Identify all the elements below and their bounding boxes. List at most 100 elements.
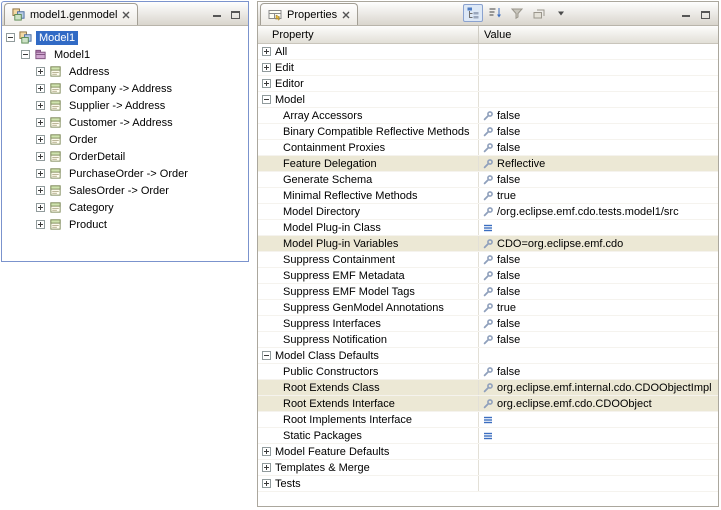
wrench-icon xyxy=(483,143,493,153)
property-value-cell: false xyxy=(478,332,718,347)
property-value: CDO=org.eclipse.emf.cdo xyxy=(497,238,623,250)
property-row-root-extends-class[interactable]: Root Extends Classorg.eclipse.emf.intern… xyxy=(258,380,718,396)
tree-item-product[interactable]: Product xyxy=(2,216,248,233)
restore-default-value-button[interactable] xyxy=(529,4,549,22)
property-row-model-directory[interactable]: Model Directory/org.eclipse.emf.cdo.test… xyxy=(258,204,718,220)
expand-icon[interactable] xyxy=(36,169,45,178)
property-value-cell: CDO=org.eclipse.emf.cdo xyxy=(478,236,718,251)
property-row-model-plug-in-class[interactable]: Model Plug-in Class xyxy=(258,220,718,236)
property-row-array-accessors[interactable]: Array Accessorsfalse xyxy=(258,108,718,124)
expand-icon[interactable] xyxy=(262,447,271,456)
show-categories-button[interactable] xyxy=(463,4,483,22)
class-icon xyxy=(49,116,62,129)
property-label: Binary Compatible Reflective Methods xyxy=(283,126,469,138)
expand-icon[interactable] xyxy=(262,463,271,472)
category-row-model-class-defaults[interactable]: Model Class Defaults xyxy=(258,348,718,364)
column-header-property[interactable]: Property xyxy=(258,26,478,43)
property-value-cell: Reflective xyxy=(478,156,718,171)
tree-item-model1[interactable]: Model1 xyxy=(2,29,248,46)
expand-icon[interactable] xyxy=(36,135,45,144)
minimize-button[interactable] xyxy=(210,9,223,21)
expand-icon[interactable] xyxy=(36,152,45,161)
property-value: false xyxy=(497,366,520,378)
property-row-suppress-emf-metadata[interactable]: Suppress EMF Metadatafalse xyxy=(258,268,718,284)
tree-item-supplier-address[interactable]: Supplier -> Address xyxy=(2,97,248,114)
property-row-static-packages[interactable]: Static Packages xyxy=(258,428,718,444)
property-row-suppress-notification[interactable]: Suppress Notificationfalse xyxy=(258,332,718,348)
close-icon[interactable] xyxy=(122,11,130,19)
property-row-root-implements-interface[interactable]: Root Implements Interface xyxy=(258,412,718,428)
tree-item-model1[interactable]: Model1 xyxy=(2,46,248,63)
collapse-icon[interactable] xyxy=(6,33,15,42)
package-icon xyxy=(34,48,47,61)
category-row-tests[interactable]: Tests xyxy=(258,476,718,492)
tree-item-salesorder-order[interactable]: SalesOrder -> Order xyxy=(2,182,248,199)
expand-icon[interactable] xyxy=(36,220,45,229)
property-label: Root Extends Interface xyxy=(283,398,395,410)
expand-icon[interactable] xyxy=(36,186,45,195)
tree-item-category[interactable]: Category xyxy=(2,199,248,216)
property-value: false xyxy=(497,334,520,346)
tree-item-company-address[interactable]: Company -> Address xyxy=(2,80,248,97)
property-label: Tests xyxy=(275,478,301,490)
column-header-value[interactable]: Value xyxy=(478,26,718,43)
property-value-cell xyxy=(478,76,718,91)
property-row-model-plug-in-variables[interactable]: Model Plug-in Variables CDO=org.eclipse.e… xyxy=(258,236,718,252)
wrench-icon xyxy=(483,159,493,169)
close-icon[interactable] xyxy=(342,11,350,19)
tree-item-customer-address[interactable]: Customer -> Address xyxy=(2,114,248,131)
property-row-suppress-containment[interactable]: Suppress Containmentfalse xyxy=(258,252,718,268)
property-value-cell: org.eclipse.emf.cdo.CDOObject xyxy=(478,396,718,411)
category-row-templates-merge[interactable]: Templates & Merge xyxy=(258,460,718,476)
category-row-model-feature-defaults[interactable]: Model Feature Defaults xyxy=(258,444,718,460)
minimize-button[interactable] xyxy=(680,9,693,21)
expand-icon[interactable] xyxy=(36,118,45,127)
show-advanced-properties-button[interactable] xyxy=(507,4,527,22)
expand-icon[interactable] xyxy=(36,101,45,110)
maximize-button[interactable] xyxy=(229,9,242,21)
property-label: Root Implements Interface xyxy=(283,414,412,426)
property-row-feature-delegation[interactable]: Feature Delegation Reflective xyxy=(258,156,718,172)
property-name-cell: Edit xyxy=(258,60,478,75)
expand-icon[interactable] xyxy=(36,67,45,76)
category-row-editor[interactable]: Editor xyxy=(258,76,718,92)
editor-tab-model1-genmodel[interactable]: model1.genmodel xyxy=(4,3,138,25)
expand-icon[interactable] xyxy=(262,79,271,88)
property-row-suppress-genmodel-annotations[interactable]: Suppress GenModel Annotationstrue xyxy=(258,300,718,316)
property-row-minimal-reflective-methods[interactable]: Minimal Reflective Methodstrue xyxy=(258,188,718,204)
tree-item-order[interactable]: Order xyxy=(2,131,248,148)
category-row-model[interactable]: Model xyxy=(258,92,718,108)
expand-icon[interactable] xyxy=(36,84,45,93)
property-row-binary-compatible-reflective-methods[interactable]: Binary Compatible Reflective Methodsfals… xyxy=(258,124,718,140)
property-row-root-extends-interface[interactable]: Root Extends Interface org.eclipse.emf.cd… xyxy=(258,396,718,412)
category-row-edit[interactable]: Edit xyxy=(258,60,718,76)
property-row-suppress-interfaces[interactable]: Suppress Interfacesfalse xyxy=(258,316,718,332)
sort-alphabetical-button[interactable] xyxy=(485,4,505,22)
property-row-containment-proxies[interactable]: Containment Proxiesfalse xyxy=(258,140,718,156)
maximize-button[interactable] xyxy=(699,9,712,21)
property-row-suppress-emf-model-tags[interactable]: Suppress EMF Model Tagsfalse xyxy=(258,284,718,300)
properties-tab[interactable]: Properties xyxy=(260,3,358,25)
tree-item-purchaseorder-order[interactable]: PurchaseOrder -> Order xyxy=(2,165,248,182)
collapse-icon[interactable] xyxy=(21,50,30,59)
category-row-all[interactable]: All xyxy=(258,44,718,60)
collapse-icon[interactable] xyxy=(262,351,271,360)
property-value-cell xyxy=(478,220,718,235)
property-name-cell: Model Plug-in Variables xyxy=(258,236,478,251)
expand-icon[interactable] xyxy=(262,63,271,72)
property-label: Feature Delegation xyxy=(283,158,377,170)
property-row-generate-schema[interactable]: Generate Schemafalse xyxy=(258,172,718,188)
collapse-icon[interactable] xyxy=(262,95,271,104)
class-icon xyxy=(49,167,62,180)
tree-item-address[interactable]: Address xyxy=(2,63,248,80)
expand-icon[interactable] xyxy=(262,479,271,488)
property-value-cell: false xyxy=(478,268,718,283)
expand-icon[interactable] xyxy=(262,47,271,56)
property-name-cell: Array Accessors xyxy=(258,108,478,123)
expand-icon[interactable] xyxy=(36,203,45,212)
tree-item-orderdetail[interactable]: OrderDetail xyxy=(2,148,248,165)
properties-table: AllEditEditorModelArray AccessorsfalseBi… xyxy=(258,44,718,492)
view-menu-button[interactable] xyxy=(551,4,571,22)
wrench-icon xyxy=(483,303,493,313)
property-row-public-constructors[interactable]: Public Constructorsfalse xyxy=(258,364,718,380)
